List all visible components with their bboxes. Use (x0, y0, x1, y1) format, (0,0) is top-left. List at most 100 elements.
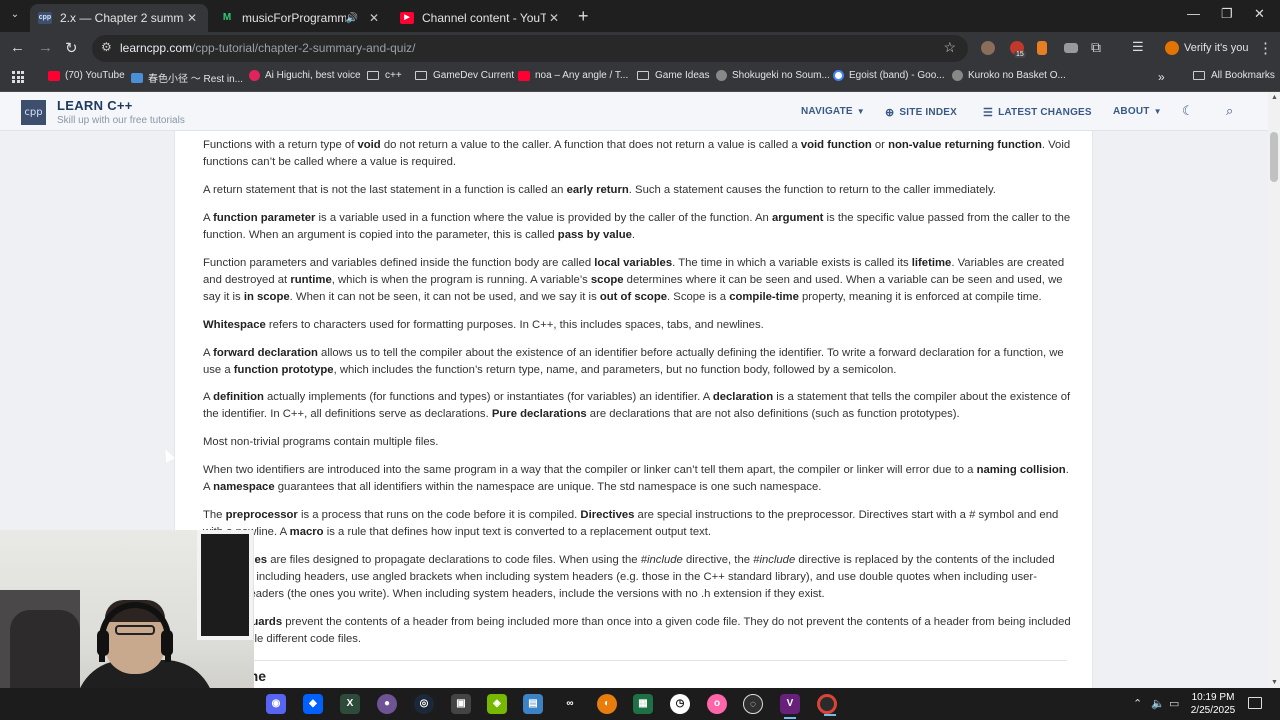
bookmark-folder[interactable]: c++ (367, 70, 402, 81)
clock-date: 2/25/2025 (1190, 705, 1236, 716)
verify-profile-button[interactable]: Verify it's you (1160, 38, 1254, 58)
notification-icon[interactable] (1248, 697, 1262, 709)
bookmark-item[interactable]: Kuroko no Basket O... (952, 70, 1066, 81)
notepad-icon[interactable]: ▤ (523, 694, 543, 714)
nav-site-index[interactable]: ⊕ SITE INDEX (885, 106, 957, 119)
page-scrollbar[interactable]: ▲ ▼ (1268, 92, 1280, 688)
extension-icon[interactable] (1064, 43, 1078, 53)
bookmark-item[interactable]: 春色小径 ～ Rest in... (131, 70, 243, 85)
site-brand[interactable]: LEARN C++ (57, 98, 133, 113)
profile-extension-icon[interactable] (981, 41, 995, 55)
reload-icon[interactable]: ↻ (65, 39, 78, 57)
bookmark-item[interactable]: Shokugeki no Soum... (716, 70, 830, 81)
music-icon (249, 70, 260, 81)
minimize-button[interactable]: — (1187, 6, 1200, 21)
tab-learncpp[interactable]: cpp 2.x — Chapter 2 summary and ✕ (30, 4, 208, 32)
tray-overflow-chevron-icon[interactable]: ⌃ (1133, 697, 1142, 710)
bookmark-folder[interactable]: Game Ideas (637, 70, 709, 81)
forward-arrow-icon[interactable]: → (38, 39, 53, 56)
github-icon[interactable]: ● (377, 694, 397, 714)
network-icon[interactable]: ▭ (1169, 697, 1179, 710)
summary-paragraph: The preprocessor is a process that runs … (203, 509, 1059, 539)
bookmark-folder[interactable]: GameDev Current (415, 70, 514, 81)
excel-icon[interactable]: X (340, 694, 360, 714)
summary-paragraph: When two identifiers are introduced into… (203, 464, 1069, 494)
cpp-favicon-icon: cpp (38, 12, 52, 24)
tab-title: Channel content - YouTube Stu (422, 11, 546, 25)
chrome-icon[interactable] (817, 694, 837, 716)
media-controls-icon[interactable]: ☰ (1132, 39, 1144, 55)
tab-title: 2.x — Chapter 2 summary and (60, 11, 184, 25)
sheets-icon[interactable]: ▦ (633, 694, 653, 714)
browser-toolbar: ← → ↻ ⚙ learncpp.com/cpp-tutorial/chapte… (0, 32, 1280, 64)
site-tagline: Skill up with our free tutorials (57, 115, 185, 126)
bookmark-item[interactable]: Egoist (band) - Goo... (833, 70, 945, 81)
nav-latest-changes[interactable]: ☰ LATEST CHANGES (983, 106, 1092, 119)
bookmarks-overflow-chevron-icon[interactable]: » (1158, 70, 1165, 84)
youtube-icon (518, 70, 530, 81)
osu-icon[interactable]: o (707, 694, 727, 714)
summary-paragraph: Function parameters and variables define… (203, 257, 1065, 304)
tab-close-icon[interactable]: ✕ (546, 11, 562, 25)
infinity-icon[interactable]: ∞ (560, 694, 580, 714)
steam-icon[interactable]: ◎ (414, 694, 434, 714)
tab-strip: ⌄ cpp 2.x — Chapter 2 summary and ✕ M mu… (0, 0, 1280, 32)
verify-label: Verify it's you (1184, 42, 1249, 54)
obs-icon[interactable]: ◌ (743, 694, 763, 714)
scrollbar-thumb[interactable] (1270, 132, 1278, 182)
blender-icon[interactable]: ◐ (597, 694, 617, 714)
restore-button[interactable]: ❐ (1221, 6, 1233, 22)
folder-icon (637, 71, 649, 80)
nav-about[interactable]: ABOUT ▼ (1113, 106, 1162, 117)
summary-paragraph: A return statement that is not the last … (203, 184, 996, 196)
bookmark-star-icon[interactable]: ☆ (943, 39, 956, 56)
summary-paragraph: A forward declaration allows us to tell … (203, 347, 1064, 377)
clock-icon[interactable]: ◷ (670, 694, 690, 714)
extensions-puzzle-icon[interactable]: ⧉ (1091, 39, 1101, 56)
site-logo[interactable]: cpp (21, 100, 46, 125)
visual-studio-icon[interactable]: V (780, 694, 800, 719)
nav-navigate[interactable]: NAVIGATE ▼ (801, 106, 865, 117)
summary-paragraph: Functions with a return type of void do … (203, 139, 1071, 169)
chevron-down-icon: ▼ (1153, 107, 1162, 116)
tab-music[interactable]: M musicForProgramming(); 🔊 ✕ (212, 4, 390, 32)
new-tab-button[interactable]: + (578, 7, 589, 25)
scroll-up-arrow-icon[interactable]: ▲ (1271, 94, 1278, 101)
nvidia-icon[interactable]: ◈ (487, 694, 507, 714)
speaker-icon[interactable]: 🔊 (346, 13, 358, 24)
folder-icon (367, 71, 379, 80)
back-arrow-icon[interactable]: ← (10, 39, 25, 56)
discord-icon[interactable]: ◉ (266, 694, 286, 714)
tab-close-icon[interactable]: ✕ (184, 11, 200, 25)
app-icon[interactable]: ▣ (451, 694, 471, 714)
volume-icon[interactable]: 🔈 (1151, 697, 1165, 710)
extension-icon[interactable] (1037, 41, 1047, 55)
summary-paragraph: A function parameter is a variable used … (203, 212, 1071, 242)
search-icon[interactable]: ⌕ (1226, 103, 1233, 119)
section-divider (203, 660, 1067, 661)
summary-paragraph: Header files are files designed to propa… (203, 554, 1055, 601)
bookmark-item[interactable]: Ai Higuchi, best voice (249, 70, 361, 81)
tab-search-chevron-icon[interactable]: ⌄ (6, 6, 24, 24)
dropbox-icon[interactable]: ◆ (303, 694, 323, 714)
site-info-icon[interactable]: ⚙ (101, 40, 112, 54)
tab-youtube-studio[interactable]: ▶ Channel content - YouTube Stu ✕ (392, 4, 570, 32)
apps-grid-icon[interactable] (12, 71, 24, 83)
article-content: Functions with a return type of void do … (174, 131, 1093, 688)
bookmarks-bar: (70) YouTube 春色小径 ～ Rest in... Ai Higuch… (0, 64, 1280, 92)
summary-paragraph: Whitespace refers to characters used for… (203, 319, 764, 331)
bookmark-item[interactable]: noa – Any angle / T... (518, 70, 628, 81)
page-icon (131, 72, 143, 83)
all-bookmarks-button[interactable]: All Bookmarks (1193, 70, 1275, 81)
tab-close-icon[interactable]: ✕ (366, 11, 382, 25)
dark-mode-moon-icon[interactable]: ☾ (1182, 103, 1194, 119)
kebab-menu-icon[interactable]: ⋮ (1258, 39, 1273, 57)
clock-time: 10:19 PM (1191, 692, 1235, 703)
bookmark-item[interactable]: (70) YouTube (48, 70, 125, 81)
youtube-favicon-icon: ▶ (400, 12, 414, 24)
close-window-button[interactable]: ✕ (1254, 6, 1265, 22)
google-icon (833, 70, 844, 81)
address-bar[interactable]: ⚙ learncpp.com/cpp-tutorial/chapter-2-su… (92, 35, 968, 62)
system-clock[interactable]: 10:19 PM 2/25/2025 (1185, 691, 1241, 717)
scroll-down-arrow-icon[interactable]: ▼ (1271, 679, 1278, 686)
